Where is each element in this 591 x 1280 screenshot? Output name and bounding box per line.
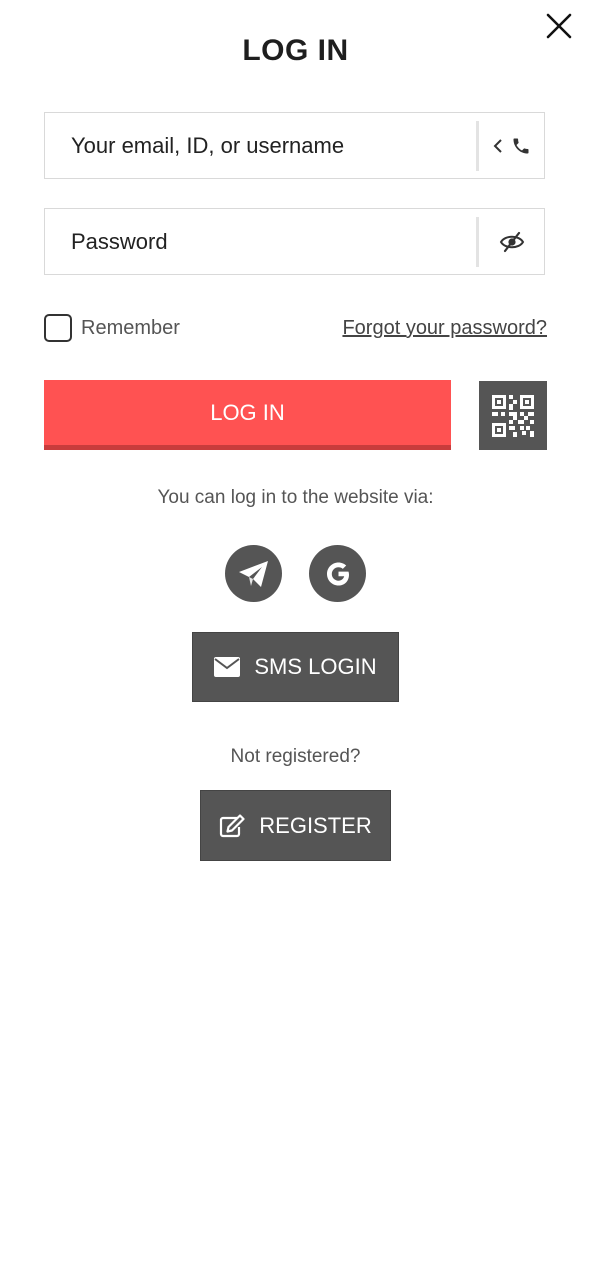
email-field-container — [44, 112, 545, 179]
telegram-login-button[interactable] — [225, 545, 282, 602]
register-button[interactable]: REGISTER — [200, 790, 391, 861]
login-button[interactable]: LOG IN — [44, 380, 451, 450]
forgot-password-link[interactable]: Forgot your password? — [342, 317, 547, 340]
checkbox-box[interactable] — [44, 314, 72, 342]
toggle-password-visibility[interactable] — [479, 209, 545, 274]
eye-slash-icon — [499, 231, 525, 253]
social-login-text: You can log in to the website via: — [157, 487, 434, 508]
remember-label: Remember — [81, 316, 180, 339]
not-registered-text: Not registered? — [230, 746, 361, 767]
register-label: REGISTER — [259, 812, 372, 838]
remember-checkbox[interactable]: Remember — [44, 314, 180, 342]
phone-icon — [511, 136, 531, 156]
page-title: LOG IN — [242, 34, 349, 67]
qr-login-button[interactable] — [479, 381, 547, 450]
envelope-icon — [214, 657, 241, 677]
sms-login-label: SMS LOGIN — [254, 654, 377, 679]
password-field-container — [44, 208, 545, 275]
sms-login-button[interactable]: SMS LOGIN — [192, 632, 399, 702]
password-field[interactable] — [45, 209, 475, 274]
edit-icon — [219, 813, 245, 838]
google-icon — [323, 559, 353, 589]
telegram-icon — [238, 559, 270, 589]
phone-login-toggle[interactable] — [479, 113, 545, 178]
email-field[interactable] — [45, 113, 475, 178]
google-login-button[interactable] — [309, 545, 366, 602]
chevron-left-icon — [493, 138, 503, 154]
qr-code-icon — [492, 394, 534, 437]
